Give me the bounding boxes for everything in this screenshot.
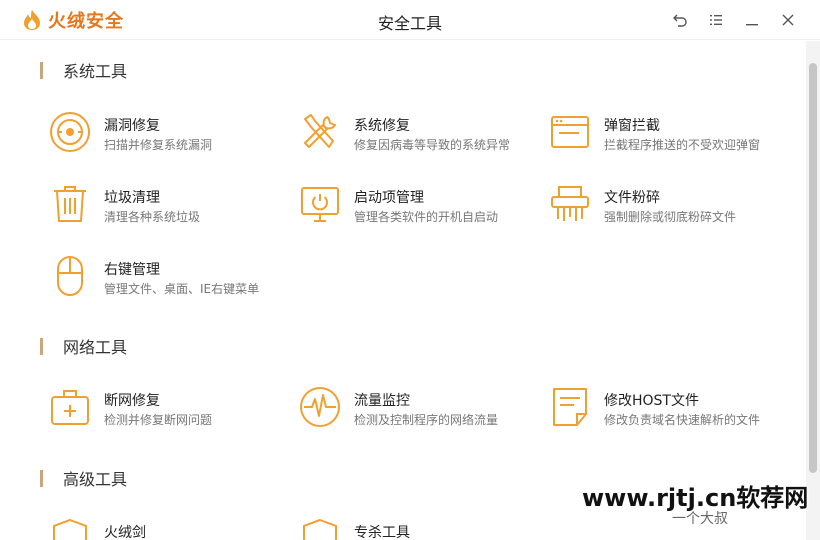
tool-name: 启动项管理 [354, 190, 424, 206]
tool-desc: 强制删除或彻底粉碎文件 [604, 210, 737, 224]
tool-name: 垃圾清理 [104, 190, 160, 206]
tool-desc: 清理各种系统垃圾 [104, 210, 201, 224]
tool-desc: 管理各类软件的开机自启动 [354, 210, 499, 224]
tool-name: 系统修复 [354, 118, 410, 134]
close-button[interactable] [770, 8, 806, 32]
tool-special-killer[interactable]: 专杀工具 [299, 518, 539, 540]
trash-icon [54, 186, 86, 222]
tool-desc: 检测及控制程序的网络流量 [354, 413, 499, 427]
tool-file-shredder[interactable]: 文件粉碎 强制删除或彻底粉碎文件 [549, 183, 789, 231]
tool-name: 断网修复 [104, 393, 160, 409]
vertical-scrollbar[interactable] [806, 41, 820, 540]
scroll-thumb[interactable] [809, 63, 817, 473]
popup-window-icon [551, 116, 589, 148]
tool-name: 专杀工具 [354, 525, 410, 540]
host-file-icon [553, 388, 587, 426]
flame-logo-icon [24, 10, 40, 30]
section-marker [40, 469, 43, 487]
shield-bug-icon [50, 112, 90, 152]
tool-name: 文件粉碎 [604, 190, 660, 206]
monitor-power-icon [301, 187, 339, 222]
minimize-icon [746, 24, 758, 26]
tool-name: 修改HOST文件 [604, 393, 699, 409]
menu-icon [710, 15, 722, 25]
mouse-icon [57, 256, 83, 296]
menu-button[interactable] [698, 8, 734, 32]
tool-traffic-monitor[interactable]: 流量监控 检测及控制程序的网络流量 [299, 386, 539, 434]
shield-icon [53, 518, 87, 540]
shield-icon [303, 518, 337, 540]
tool-context-menu[interactable]: 右键管理 管理文件、桌面、IE右键菜单 [49, 255, 289, 303]
tool-desc: 修复因病毒等导致的系统异常 [354, 138, 511, 152]
traffic-wave-icon [300, 387, 340, 427]
section-marker [40, 61, 43, 79]
section-title: 高级工具 [63, 470, 128, 489]
tool-name: 流量监控 [354, 393, 410, 409]
tool-name: 火绒剑 [104, 525, 146, 540]
tool-startup-manager[interactable]: 启动项管理 管理各类软件的开机自启动 [299, 183, 539, 231]
tool-name: 漏洞修复 [104, 118, 160, 134]
tool-system-repair[interactable]: 系统修复 修复因病毒等导致的系统异常 [299, 111, 539, 159]
watermark-subtext: 一个大叔 [672, 511, 728, 527]
tool-name: 弹窗拦截 [604, 118, 660, 134]
back-icon [673, 14, 687, 27]
title-bar: 火绒安全 安全工具 [0, 0, 820, 40]
close-icon [782, 14, 794, 26]
tool-huorong-sword[interactable]: 火绒剑 [49, 518, 289, 540]
tool-junk-clean[interactable]: 垃圾清理 清理各种系统垃圾 [49, 183, 289, 231]
section-title: 系统工具 [63, 62, 128, 81]
first-aid-kit-icon [51, 390, 89, 425]
section-network-tools: 网络工具 [40, 336, 128, 357]
back-button[interactable] [662, 8, 698, 32]
tool-network-repair[interactable]: 断网修复 检测并修复断网问题 [49, 386, 289, 434]
shredder-icon [551, 186, 589, 221]
tool-edit-host[interactable]: 修改HOST文件 修改负责域名快速解析的文件 [549, 386, 789, 434]
minimize-button[interactable] [734, 8, 770, 32]
tool-desc: 扫描并修复系统漏洞 [104, 138, 213, 152]
tool-desc: 检测并修复断网问题 [104, 413, 213, 427]
section-marker [40, 337, 43, 355]
tool-vuln-fix[interactable]: 漏洞修复 扫描并修复系统漏洞 [49, 111, 289, 159]
section-system-tools: 系统工具 [40, 60, 128, 81]
tools-panel: 系统工具 漏洞修复 扫描并修复系统漏洞 系统修复 修复因病毒等导致的系统异常 弹… [0, 41, 806, 540]
section-title: 网络工具 [63, 338, 128, 357]
tool-name: 右键管理 [104, 262, 160, 278]
tool-desc: 修改负责域名快速解析的文件 [604, 413, 761, 427]
tool-desc: 管理文件、桌面、IE右键菜单 [104, 282, 260, 296]
wrench-screwdriver-icon [304, 114, 336, 148]
tool-desc: 拦截程序推送的不受欢迎弹窗 [604, 138, 761, 152]
brand-name: 火绒安全 [48, 11, 124, 32]
tool-popup-block[interactable]: 弹窗拦截 拦截程序推送的不受欢迎弹窗 [549, 111, 789, 159]
section-advanced-tools: 高级工具 [40, 468, 128, 489]
app-logo: 火绒安全 [22, 8, 124, 32]
